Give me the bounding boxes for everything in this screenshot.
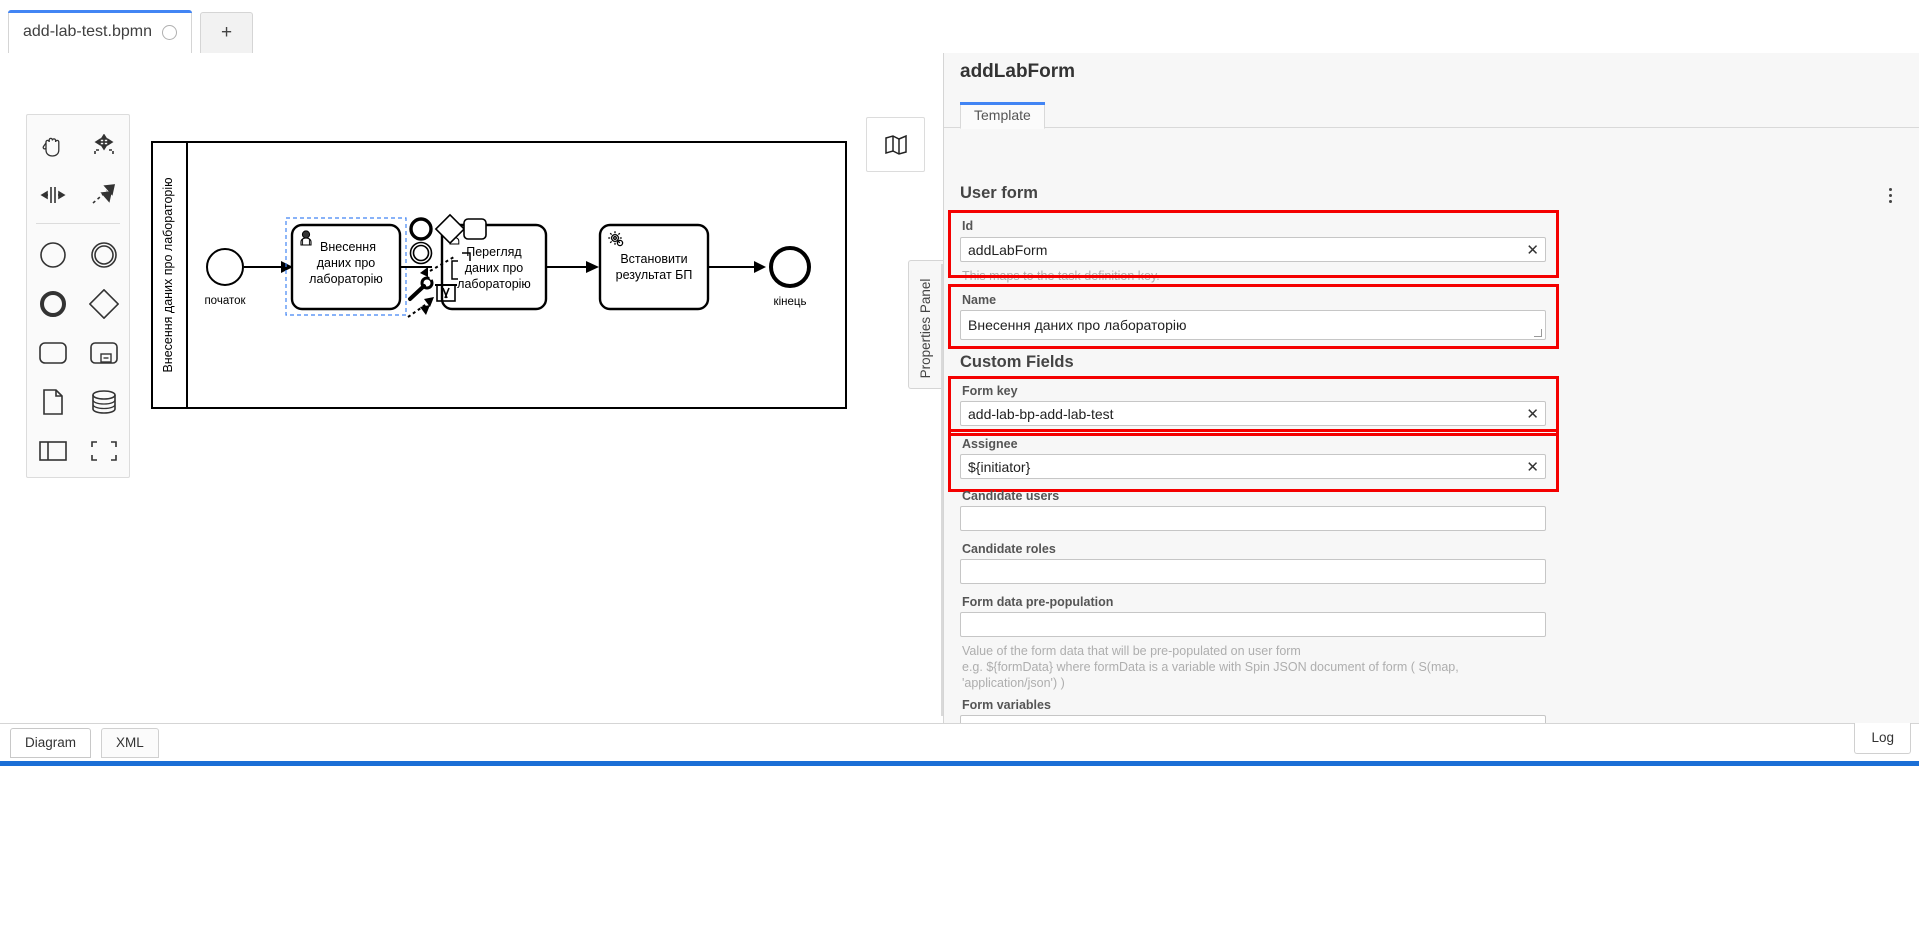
- task-icon[interactable]: [27, 328, 78, 377]
- append-gateway-icon: [434, 213, 466, 245]
- end-event-icon[interactable]: [27, 279, 78, 328]
- properties-tab-row: Template: [944, 102, 1919, 129]
- svg-text:кінець: кінець: [774, 296, 807, 308]
- svg-text:Встановити: Встановити: [620, 252, 687, 266]
- unsaved-indicator-icon: [161, 24, 177, 40]
- space-tool-icon[interactable]: [27, 170, 78, 219]
- map-icon: [884, 134, 907, 155]
- highlight-box-name: [948, 284, 1559, 349]
- field-label-candidate-users: Candidate users: [962, 489, 1060, 503]
- properties-panel-title: addLabForm: [960, 61, 1076, 82]
- properties-panel-side-tab-label: Properties Panel: [918, 278, 933, 379]
- svg-text:Внесення даних про лабораторію: Внесення даних про лабораторію: [161, 177, 175, 372]
- highlight-box-assignee: [948, 429, 1559, 492]
- file-tab-bar: add-lab-test.bpmn +: [0, 0, 1919, 54]
- delete-trash-icon: [435, 284, 457, 302]
- field-input-candidate-roles[interactable]: [960, 559, 1546, 584]
- gateway-icon[interactable]: [78, 279, 129, 328]
- group-title-custom-fields: Custom Fields: [960, 353, 1074, 371]
- field-label-form-variables: Form variables: [962, 698, 1051, 712]
- bpmn-diagram: Внесення даних про лабораторію початок В…: [151, 141, 847, 409]
- properties-panel-scroll: addLabForm Template User form Id addLabF…: [944, 53, 1919, 723]
- field-input-form-variables[interactable]: [960, 715, 1546, 723]
- minimap-toggle-button[interactable]: [866, 117, 925, 172]
- group-icon[interactable]: [78, 426, 129, 475]
- window-footer-area: [0, 766, 1919, 939]
- context-pad[interactable]: [404, 213, 494, 323]
- svg-text:Внесення: Внесення: [320, 240, 376, 254]
- svg-text:початок: початок: [204, 295, 246, 307]
- diagram-canvas[interactable]: Внесення даних про лабораторію початок В…: [0, 53, 942, 723]
- change-type-wrench-icon: [408, 274, 435, 301]
- tab-template-label: Template: [974, 107, 1031, 123]
- svg-text:результат БП: результат БП: [616, 268, 693, 282]
- bottom-tab-diagram-label: Diagram: [25, 735, 77, 750]
- bottom-tab-xml[interactable]: XML: [101, 728, 159, 758]
- kebab-menu-icon[interactable]: [1882, 185, 1898, 205]
- log-button[interactable]: Log: [1854, 723, 1911, 754]
- field-label-form-data-prepopulation: Form data pre-population: [962, 595, 1114, 609]
- field-hint-form-data-prepopulation: Value of the form data that will be pre-…: [962, 644, 1459, 690]
- properties-panel-side-tab[interactable]: Properties Panel: [908, 260, 943, 389]
- bottom-tab-xml-label: XML: [116, 735, 144, 750]
- append-text-annotation-icon: [451, 252, 471, 280]
- bpmn-palette[interactable]: [26, 114, 130, 478]
- start-event-icon[interactable]: [27, 230, 78, 279]
- highlight-box-id: [948, 210, 1559, 278]
- palette-separator: [36, 223, 120, 224]
- global-connect-tool-icon[interactable]: [78, 170, 129, 219]
- group-title-user-form: User form: [960, 184, 1038, 202]
- bottom-tab-diagram[interactable]: Diagram: [10, 728, 92, 758]
- new-tab-label: +: [220, 22, 233, 43]
- highlight-box-form-key: [948, 376, 1559, 436]
- properties-panel: addLabForm Template User form Id addLabF…: [943, 53, 1919, 723]
- data-object-icon[interactable]: [27, 377, 78, 426]
- data-store-icon[interactable]: [78, 377, 129, 426]
- append-end-event-icon: [409, 217, 433, 241]
- field-label-candidate-roles: Candidate roles: [962, 542, 1056, 556]
- log-button-label: Log: [1871, 730, 1894, 745]
- field-input-form-data-prepopulation[interactable]: [960, 612, 1546, 637]
- intermediate-event-icon[interactable]: [78, 230, 129, 279]
- hand-tool-icon[interactable]: [27, 121, 78, 170]
- subprocess-icon[interactable]: [78, 328, 129, 377]
- global-connect-icon: [407, 297, 434, 318]
- append-task-icon: [463, 218, 487, 240]
- pool-icon[interactable]: [27, 426, 78, 475]
- file-tab-label: add-lab-test.bpmn: [23, 23, 152, 40]
- file-tab-add-lab-test[interactable]: add-lab-test.bpmn: [8, 10, 192, 53]
- new-tab-button[interactable]: +: [199, 12, 254, 53]
- svg-text:даних про: даних про: [317, 256, 376, 270]
- svg-text:лабораторію: лабораторію: [309, 272, 383, 286]
- tab-template[interactable]: Template: [960, 102, 1045, 129]
- bottom-tab-bar: Diagram XML: [0, 723, 1919, 762]
- field-input-candidate-users[interactable]: [960, 506, 1546, 531]
- lasso-tool-icon[interactable]: [78, 121, 129, 170]
